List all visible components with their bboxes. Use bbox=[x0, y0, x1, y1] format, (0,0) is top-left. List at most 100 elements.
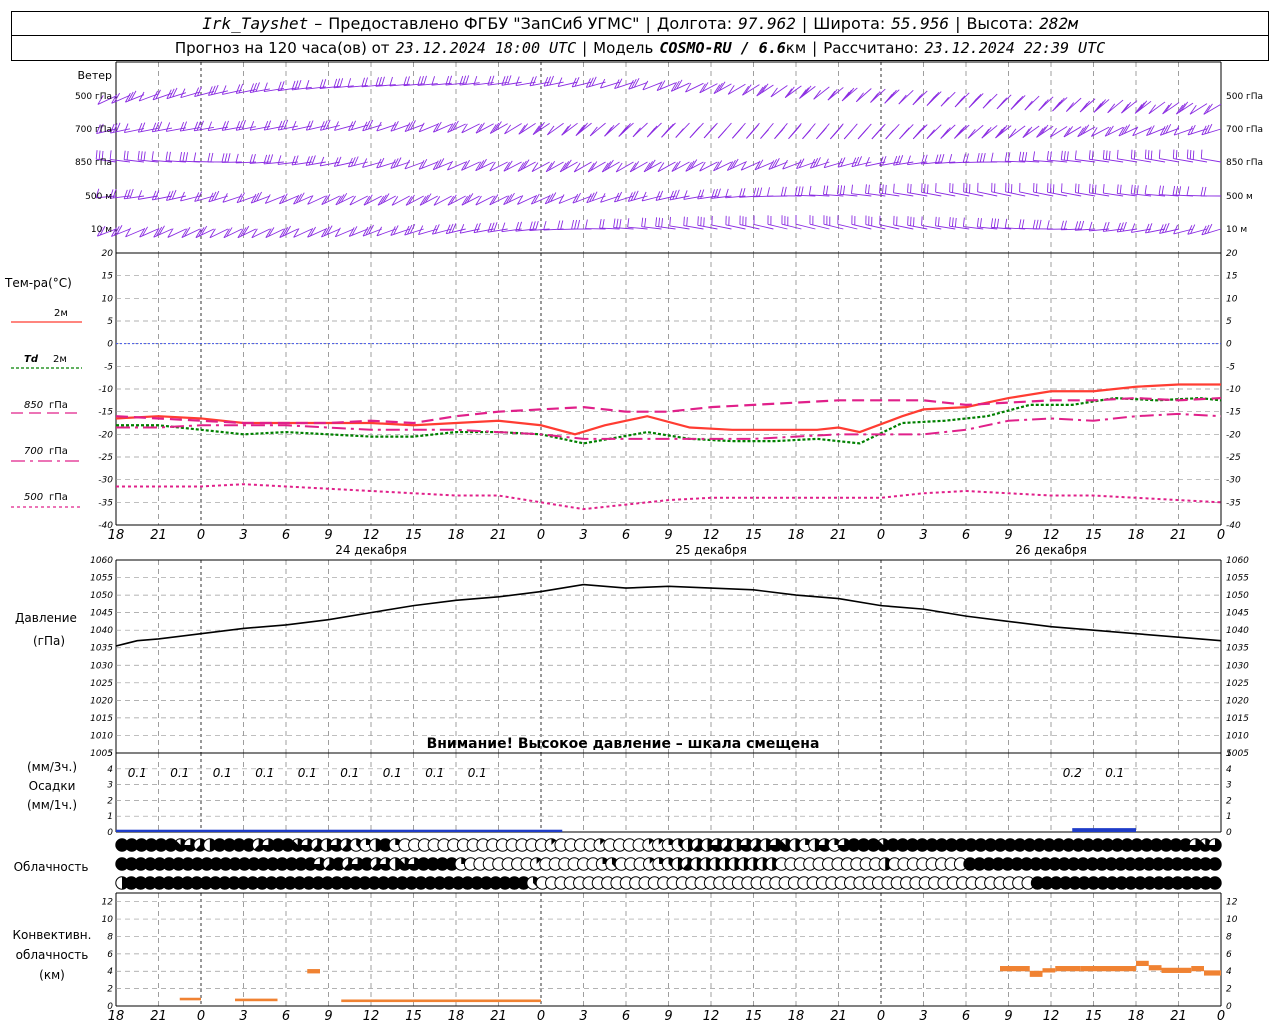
time-tick-label: 0 bbox=[537, 528, 545, 543]
wind-barb-feather bbox=[297, 80, 302, 90]
wind-level-label-right: 500 гПа bbox=[1226, 92, 1263, 102]
y-tick-right-pres: 1035 bbox=[1226, 644, 1249, 654]
wind-barb-feather bbox=[1102, 149, 1105, 160]
wind-barb-feather bbox=[910, 184, 912, 194]
wind-barb-feather bbox=[1130, 149, 1133, 159]
wind-barb-feather bbox=[515, 76, 520, 86]
day-label: 24 декабря bbox=[335, 543, 407, 557]
legend-700-num: 700 bbox=[24, 446, 43, 457]
time-tick-label: 0 bbox=[197, 528, 205, 543]
time-tick-label-bottom: 9 bbox=[664, 1009, 672, 1024]
wind-barb-feather bbox=[930, 92, 940, 102]
wind-barb-feather bbox=[982, 152, 986, 163]
y-tick-left-conv: 2 bbox=[107, 985, 113, 995]
wind-barb-feather bbox=[993, 218, 997, 228]
time-tick-label-bottom: 0 bbox=[877, 1009, 885, 1024]
wind-barb-feather bbox=[1060, 220, 1064, 230]
wind-barb-feather bbox=[1063, 151, 1066, 161]
time-tick-label: 21 bbox=[1170, 528, 1187, 543]
time-tick-label-bottom: 21 bbox=[150, 1009, 167, 1024]
wind-barb-feather bbox=[691, 126, 701, 136]
y-tick-right-temp: -5 bbox=[1226, 362, 1235, 372]
time-tick-label-bottom: 6 bbox=[622, 1009, 630, 1024]
y-tick-right-temp: -10 bbox=[1226, 385, 1241, 395]
y-tick-right-pres: 1025 bbox=[1226, 679, 1249, 689]
precip-amount-label: 0.1 bbox=[213, 766, 232, 780]
wind-barb-feather bbox=[825, 185, 829, 195]
y-tick-right-precip: 4 bbox=[1226, 765, 1232, 775]
day-label: 26 декабря bbox=[1015, 543, 1087, 557]
wind-barb-feather bbox=[1018, 151, 1022, 161]
wind-barb-feather bbox=[1150, 150, 1153, 160]
y-tick-left-precip: 0 bbox=[107, 828, 113, 838]
precip-bar bbox=[116, 829, 563, 832]
wind-barb-feather bbox=[644, 218, 647, 228]
wind-barb-feather bbox=[780, 186, 784, 196]
wind-barb-feather bbox=[965, 153, 969, 163]
y-tick-right-precip: 0 bbox=[1226, 828, 1232, 838]
wind-barb-feather bbox=[1046, 220, 1050, 230]
wind-barb-feather bbox=[571, 219, 575, 230]
time-tick-label: 21 bbox=[150, 528, 167, 543]
wind-barb-shaft bbox=[504, 123, 522, 135]
conv-panel-title-2: облачность bbox=[16, 948, 89, 962]
wind-barb-shaft bbox=[561, 122, 578, 136]
wind-barb-feather bbox=[766, 187, 770, 197]
wind-barb-feather bbox=[683, 216, 685, 226]
time-tick-label: 12 bbox=[703, 528, 720, 543]
y-tick-right-pres: 1050 bbox=[1226, 591, 1249, 601]
y-tick-right-pres: 1015 bbox=[1226, 714, 1249, 724]
wind-barb-feather bbox=[543, 220, 547, 231]
y-tick-left-precip: 1 bbox=[107, 812, 113, 822]
wind-barb-feather bbox=[277, 155, 282, 165]
wind-barb-feather bbox=[1136, 185, 1139, 195]
wind-barb-feather bbox=[1200, 149, 1203, 159]
wind-barb-feather bbox=[627, 218, 630, 228]
wind-barb-feather bbox=[683, 190, 688, 200]
wind-barb-feather bbox=[473, 75, 478, 86]
wind-barb-feather bbox=[291, 120, 297, 131]
wind-barb-feather bbox=[808, 185, 812, 195]
wind-barb-feather bbox=[1049, 151, 1052, 161]
wind-barb-feather bbox=[168, 151, 171, 161]
cloud-panel-title: Облачность bbox=[14, 860, 89, 874]
y-tick-right-conv: 12 bbox=[1226, 898, 1238, 908]
wind-barb-feather bbox=[843, 129, 853, 140]
wind-barb-feather bbox=[193, 152, 197, 162]
wind-barb-feather bbox=[1158, 149, 1161, 159]
y-tick-left-conv: 8 bbox=[107, 932, 113, 942]
wind-barb-feather bbox=[758, 187, 763, 197]
time-tick-label-bottom: 18 bbox=[448, 1009, 465, 1024]
wind-barb-feather bbox=[935, 216, 937, 226]
wind-barb-feather bbox=[927, 184, 929, 194]
wind-barb-feather bbox=[851, 184, 853, 194]
y-tick-right-conv: 8 bbox=[1226, 932, 1232, 942]
precip-amount-label: 0.1 bbox=[298, 766, 317, 780]
time-tick-label: 15 bbox=[1085, 528, 1102, 543]
wind-barb-feather bbox=[924, 183, 926, 193]
conv-cloud-bar bbox=[341, 999, 541, 1003]
precip-amount-label: 0.1 bbox=[383, 766, 402, 780]
wind-barb-shaft bbox=[125, 228, 145, 238]
wind-barb-feather bbox=[996, 218, 1000, 228]
wind-barb-feather bbox=[140, 151, 143, 161]
wind-barb-feather bbox=[1004, 152, 1008, 162]
wind-barb-feather bbox=[776, 127, 785, 137]
wind-barb-feather bbox=[560, 220, 564, 230]
wind-barb-feather bbox=[619, 218, 622, 229]
conv-cloud-bar bbox=[235, 998, 278, 1002]
y-tick-left-temp: 10 bbox=[102, 294, 114, 304]
wind-barb-feather bbox=[490, 222, 495, 232]
y-tick-right-precip: 2 bbox=[1226, 796, 1232, 806]
wind-barb-shaft bbox=[547, 122, 564, 136]
time-tick-label: 15 bbox=[405, 528, 422, 543]
y-tick-right-conv: 10 bbox=[1226, 915, 1238, 925]
wind-barb-feather bbox=[151, 151, 154, 161]
time-tick-label: 18 bbox=[108, 528, 125, 543]
time-tick-label-bottom: 12 bbox=[703, 1009, 720, 1024]
wind-barb-feather bbox=[921, 183, 923, 193]
wind-barb-feather bbox=[518, 124, 526, 135]
wind-barb-feather bbox=[1035, 219, 1039, 229]
wind-barb-feather bbox=[207, 121, 213, 131]
wind-barb-feather bbox=[770, 87, 778, 98]
